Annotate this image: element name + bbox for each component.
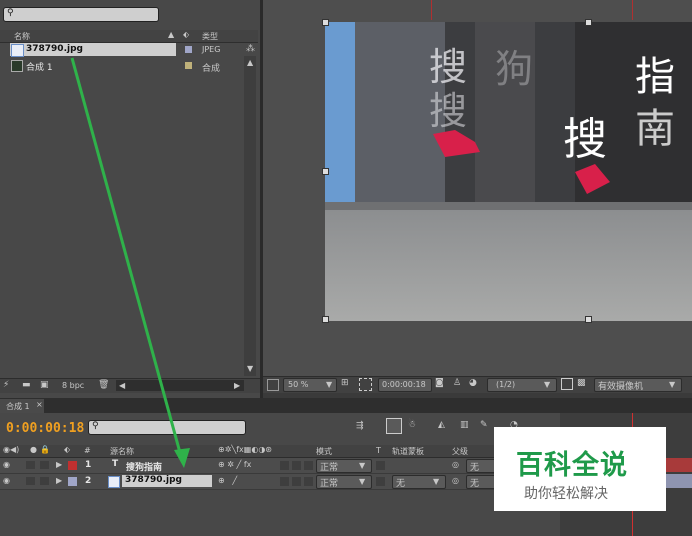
- annotation-arrow: [70, 57, 190, 468]
